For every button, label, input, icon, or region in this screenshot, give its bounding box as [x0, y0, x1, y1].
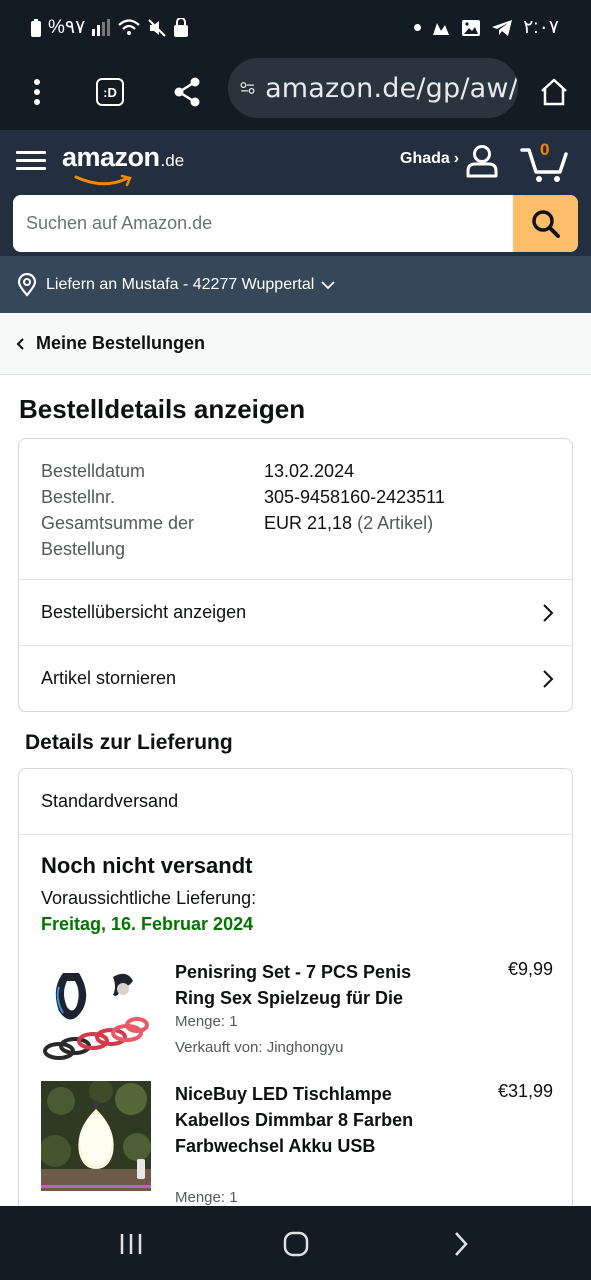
order-total-label: Gesamtsumme der Bestellung — [41, 510, 264, 562]
product-seller: Verkauft von: Jinghongyu — [175, 1039, 344, 1056]
product-title[interactable]: NiceBuy LED Tischlampe Kabellos Dimmbar … — [175, 1081, 435, 1159]
chevron-right-icon — [543, 669, 554, 688]
status-time: ٢:٠٧ — [523, 17, 559, 38]
back-nav-button[interactable] — [436, 1224, 486, 1264]
order-date-label: Bestelldatum — [41, 461, 146, 481]
wifi-icon — [118, 18, 141, 35]
cancel-items-label: Artikel stornieren — [41, 668, 177, 688]
home-icon — [541, 78, 567, 106]
delivery-location-text: Liefern an Mustafa - 42277 Wuppertal — [46, 275, 315, 293]
shipment-status: Noch nicht versandt — [41, 853, 253, 878]
vpn-icon — [174, 17, 189, 37]
cancel-items-link[interactable]: Artikel stornieren — [19, 645, 572, 711]
logo-wordmark: amazon — [62, 142, 160, 172]
product-image[interactable] — [41, 1081, 151, 1191]
delivery-card: Standardversand Noch nicht versandt Vora… — [18, 768, 573, 1228]
battery-icon — [31, 18, 41, 37]
site-settings-icon — [240, 82, 255, 94]
chevron-left-icon — [16, 337, 24, 350]
signal-icon — [92, 18, 111, 36]
page-title: Bestelldetails anzeigen — [19, 394, 306, 424]
chevron-right-icon — [455, 1232, 468, 1256]
account-name: Ghada — [400, 150, 450, 167]
product-price: €31,99 — [497, 1081, 553, 1101]
more-vertical-icon — [34, 79, 40, 105]
mute-icon — [148, 18, 167, 37]
account-link[interactable]: Ghada › — [400, 150, 459, 168]
browser-toolbar: :D amazon.de/gp/aw/ — [0, 56, 591, 130]
status-right: ٢:٠٧ — [414, 16, 559, 39]
hamburger-menu-button[interactable] — [16, 146, 46, 176]
order-total-label-line2: Bestellung — [41, 539, 126, 559]
order-total-value: EUR 21,18 (2 Artikel) — [264, 510, 433, 562]
search-button[interactable] — [513, 195, 578, 252]
tab-switcher-icon: :D — [96, 78, 124, 106]
order-total-amount: EUR 21,18 — [264, 513, 353, 533]
share-button[interactable] — [163, 68, 211, 116]
telegram-icon — [492, 19, 513, 36]
search-bar — [13, 195, 578, 252]
tab-switcher-button[interactable]: :D — [86, 68, 134, 116]
chevron-down-icon — [321, 280, 335, 289]
amazon-smile-icon — [74, 174, 132, 187]
cart-count-badge: 0 — [540, 140, 550, 159]
search-input[interactable] — [13, 195, 513, 252]
logo-tld: .de — [160, 151, 185, 170]
battery-percent: %٩٧ — [48, 17, 86, 38]
chevron-right-icon — [543, 603, 554, 622]
delivery-location-bar[interactable]: Liefern an Mustafa - 42277 Wuppertal — [0, 256, 591, 313]
product-image[interactable] — [41, 959, 151, 1069]
order-date-value: 13.02.2024 — [264, 461, 355, 481]
app-notification-icon — [433, 22, 450, 35]
order-total-row: Gesamtsumme der Bestellung EUR 21,18 (2 … — [41, 510, 550, 562]
hamburger-line — [16, 167, 46, 170]
order-overview-label: Bestellübersicht anzeigen — [41, 602, 247, 622]
home-nav-button[interactable] — [271, 1224, 321, 1264]
hamburger-line — [16, 159, 46, 162]
order-info-card: Bestelldatum 13.02.2024 Bestellnr. 305-9… — [18, 438, 573, 712]
home-button[interactable] — [530, 68, 578, 116]
notification-dot-icon — [414, 24, 422, 31]
shipping-type: Standardversand — [19, 769, 572, 835]
url-text: amazon.de/gp/aw/ — [265, 72, 518, 104]
product-quantity: Menge: 1 — [175, 1013, 238, 1030]
amazon-header: amazon.de Ghada › 0 — [0, 130, 591, 256]
eta-date: Freitag, 16. Februar 2024 — [41, 914, 254, 934]
amazon-logo[interactable]: amazon.de — [62, 142, 185, 187]
account-arrow: › — [453, 150, 460, 167]
home-nav-icon — [283, 1231, 309, 1257]
product-price: €9,99 — [507, 959, 553, 979]
recent-apps-icon — [120, 1234, 142, 1254]
image-icon — [462, 19, 481, 36]
system-status-bar: %٩٧ ٢:٠٧ — [0, 0, 591, 56]
product-quantity: Menge: 1 — [175, 1189, 238, 1206]
product-title[interactable]: Penisring Set - 7 PCS Penis Ring Sex Spi… — [175, 959, 435, 1011]
order-info-grid: Bestelldatum 13.02.2024 Bestellnr. 305-9… — [19, 439, 572, 579]
url-bar[interactable]: amazon.de/gp/aw/ — [228, 58, 518, 118]
order-total-items: (2 Artikel) — [357, 513, 434, 533]
order-overview-link[interactable]: Bestellübersicht anzeigen — [19, 579, 572, 645]
order-number-row: Bestellnr. 305-9458160-2423511 — [41, 484, 550, 510]
breadcrumb-label: Meine Bestellungen — [36, 333, 206, 353]
hamburger-line — [16, 151, 46, 154]
order-total-label-line1: Gesamtsumme der — [41, 513, 195, 533]
user-icon[interactable] — [464, 144, 500, 178]
order-number-value: 305-9458160-2423511 — [264, 487, 445, 507]
cart-button[interactable]: 0 — [520, 140, 570, 184]
order-date-row: Bestelldatum 13.02.2024 — [41, 458, 550, 484]
search-icon — [531, 209, 560, 238]
breadcrumb[interactable]: Meine Bestellungen — [0, 313, 591, 375]
location-pin-icon — [17, 272, 37, 297]
browser-menu-button[interactable] — [13, 68, 61, 116]
eta-label: Voraussichtliche Lieferung: — [41, 888, 257, 908]
status-left: %٩٧ — [30, 16, 189, 39]
order-number-label: Bestellnr. — [41, 487, 116, 507]
recent-apps-button[interactable] — [106, 1224, 156, 1264]
share-icon — [174, 77, 200, 107]
system-navigation-bar — [0, 1206, 591, 1280]
delivery-section-title: Details zur Lieferung — [25, 731, 233, 754]
